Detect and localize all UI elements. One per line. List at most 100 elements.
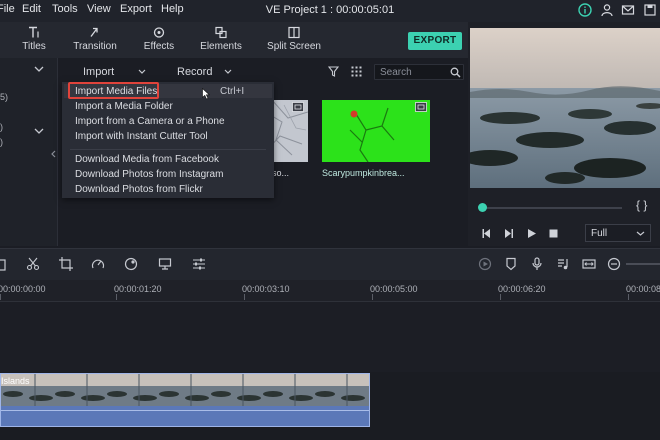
menu-divider (70, 149, 266, 150)
tab-titles-label: Titles (22, 41, 46, 52)
filter-icon[interactable] (328, 66, 339, 77)
preview-video (470, 28, 660, 188)
user-icon[interactable] (600, 3, 614, 17)
sidebar-item-fragment[interactable]: ) (0, 137, 3, 147)
mark-in-out-icon[interactable]: { } (636, 198, 647, 212)
timecode-label: 00:00:06:20 (498, 284, 546, 294)
record-dropdown[interactable]: Record (177, 66, 212, 78)
timeline-toolbar (0, 248, 660, 280)
search-input[interactable]: Search (374, 64, 464, 80)
timecode-label: 00:00:05:00 (370, 284, 418, 294)
video-type-icon (415, 102, 427, 112)
timecode-label: 00:00:08 (626, 284, 660, 294)
tab-titles[interactable]: Titles (20, 25, 48, 52)
marker-icon[interactable] (504, 257, 518, 271)
tab-effects-label: Effects (143, 41, 175, 52)
color-icon[interactable] (124, 257, 138, 271)
menu-item-import-instant-cutter[interactable]: Import with Instant Cutter Tool (75, 131, 208, 142)
chevron-down-icon[interactable] (224, 69, 232, 74)
import-dropdown[interactable]: Import (83, 66, 114, 78)
step-back-icon[interactable] (481, 228, 492, 239)
tab-effects[interactable]: Effects (140, 25, 178, 52)
tab-split-screen[interactable]: Split Screen (266, 25, 322, 52)
quality-select[interactable]: Full (585, 224, 651, 242)
ruler-tick (116, 294, 117, 300)
transition-icon (90, 27, 98, 37)
save-icon[interactable] (643, 3, 657, 17)
shortcut-ctrl-i: Ctrl+I (220, 86, 245, 97)
playback-scrubber[interactable] (482, 207, 622, 209)
menu-item-download-instagram[interactable]: Download Photos from Instagram (75, 169, 223, 180)
highlight-box (68, 82, 159, 99)
search-placeholder: Search (380, 67, 412, 78)
media-thumbnail-image (322, 100, 430, 162)
green-screen-icon[interactable] (158, 257, 172, 271)
chevron-down-icon (636, 231, 645, 236)
video-type-icon (292, 102, 304, 112)
speed-icon[interactable] (91, 257, 105, 271)
render-icon[interactable] (478, 257, 492, 271)
fit-timeline-icon[interactable] (582, 257, 596, 271)
mail-icon[interactable] (621, 3, 635, 17)
chevron-down-icon[interactable] (34, 66, 44, 72)
mouse-cursor-icon (202, 88, 210, 100)
timeline-track-top[interactable] (0, 302, 660, 372)
zoom-slider[interactable] (626, 263, 660, 265)
ruler-tick (500, 294, 501, 300)
chevron-down-icon[interactable] (34, 128, 44, 134)
menu-item-download-facebook[interactable]: Download Media from Facebook (75, 154, 219, 165)
info-icon[interactable] (578, 3, 592, 17)
ruler-tick (0, 294, 1, 300)
clip-filmstrip (1, 374, 369, 406)
tab-elements[interactable]: Elements (198, 25, 244, 52)
media-thumbnail[interactable] (322, 100, 430, 162)
tab-elements-label: Elements (200, 41, 242, 52)
menu-item-download-flickr[interactable]: Download Photos from Flickr (75, 184, 203, 195)
timecode-label: 00:00:01:20 (114, 284, 162, 294)
cut-icon[interactable] (26, 257, 40, 271)
tab-transition-label: Transition (73, 41, 117, 52)
ruler-tick (244, 294, 245, 300)
menu-item-import-from-camera[interactable]: Import from a Camera or a Phone (75, 116, 225, 127)
titles-icon (29, 26, 39, 38)
export-button[interactable]: EXPORT (408, 32, 462, 50)
menu-bar: File Edit Tools View Export Help VE Proj… (0, 0, 660, 22)
audio-mixer-icon[interactable] (556, 257, 570, 271)
import-dropdown-menu: Import Media Files Ctrl+I Import a Media… (62, 82, 274, 198)
step-forward-icon[interactable] (503, 228, 514, 239)
crop-icon[interactable] (59, 257, 73, 271)
elements-icon (215, 26, 227, 39)
video-clip[interactable]: Islands (0, 373, 370, 427)
collapse-panel-icon[interactable] (51, 150, 56, 158)
media-toolbar: Titles Transition Effects Elements Split… (0, 22, 468, 58)
timecode-label: 00:00:03:10 (242, 284, 290, 294)
timeline-ruler: 00:00:00:00 00:00:01:20 00:00:03:10 00:0… (0, 280, 660, 302)
chevron-down-icon[interactable] (138, 69, 146, 74)
timecode-label: 00:00:00:00 (0, 284, 46, 294)
tab-split-screen-label: Split Screen (267, 41, 321, 52)
quality-value: Full (591, 228, 608, 239)
split-screen-icon (288, 26, 300, 39)
stop-icon[interactable] (548, 228, 559, 239)
ruler-tick (372, 294, 373, 300)
tab-transition[interactable]: Transition (70, 25, 120, 52)
grid-view-icon[interactable] (351, 66, 362, 77)
zoom-out-icon[interactable] (607, 257, 621, 271)
window-title: VE Project 1 : 00:00:05:01 (265, 4, 395, 16)
search-icon[interactable] (450, 67, 461, 78)
sidebar-item-fragment[interactable]: 5) (0, 92, 8, 102)
clip-label: Islands (1, 376, 30, 386)
menu-item-import-media-folder[interactable]: Import a Media Folder (75, 101, 173, 112)
play-icon[interactable] (526, 228, 537, 239)
ruler-tick (628, 294, 629, 300)
effects-icon (153, 27, 165, 38)
playhead-knob[interactable] (478, 203, 487, 212)
library-sidebar: 5) ) ) (0, 58, 58, 246)
clip-audio-line (1, 410, 369, 411)
media-item-label[interactable]: so... (272, 168, 289, 178)
adjust-icon[interactable] (192, 257, 206, 271)
media-item-label[interactable]: Scarypumpkinbrea... (322, 168, 405, 178)
sidebar-item-fragment[interactable]: ) (0, 122, 3, 132)
microphone-icon[interactable] (530, 257, 544, 271)
delete-icon[interactable] (0, 257, 8, 271)
